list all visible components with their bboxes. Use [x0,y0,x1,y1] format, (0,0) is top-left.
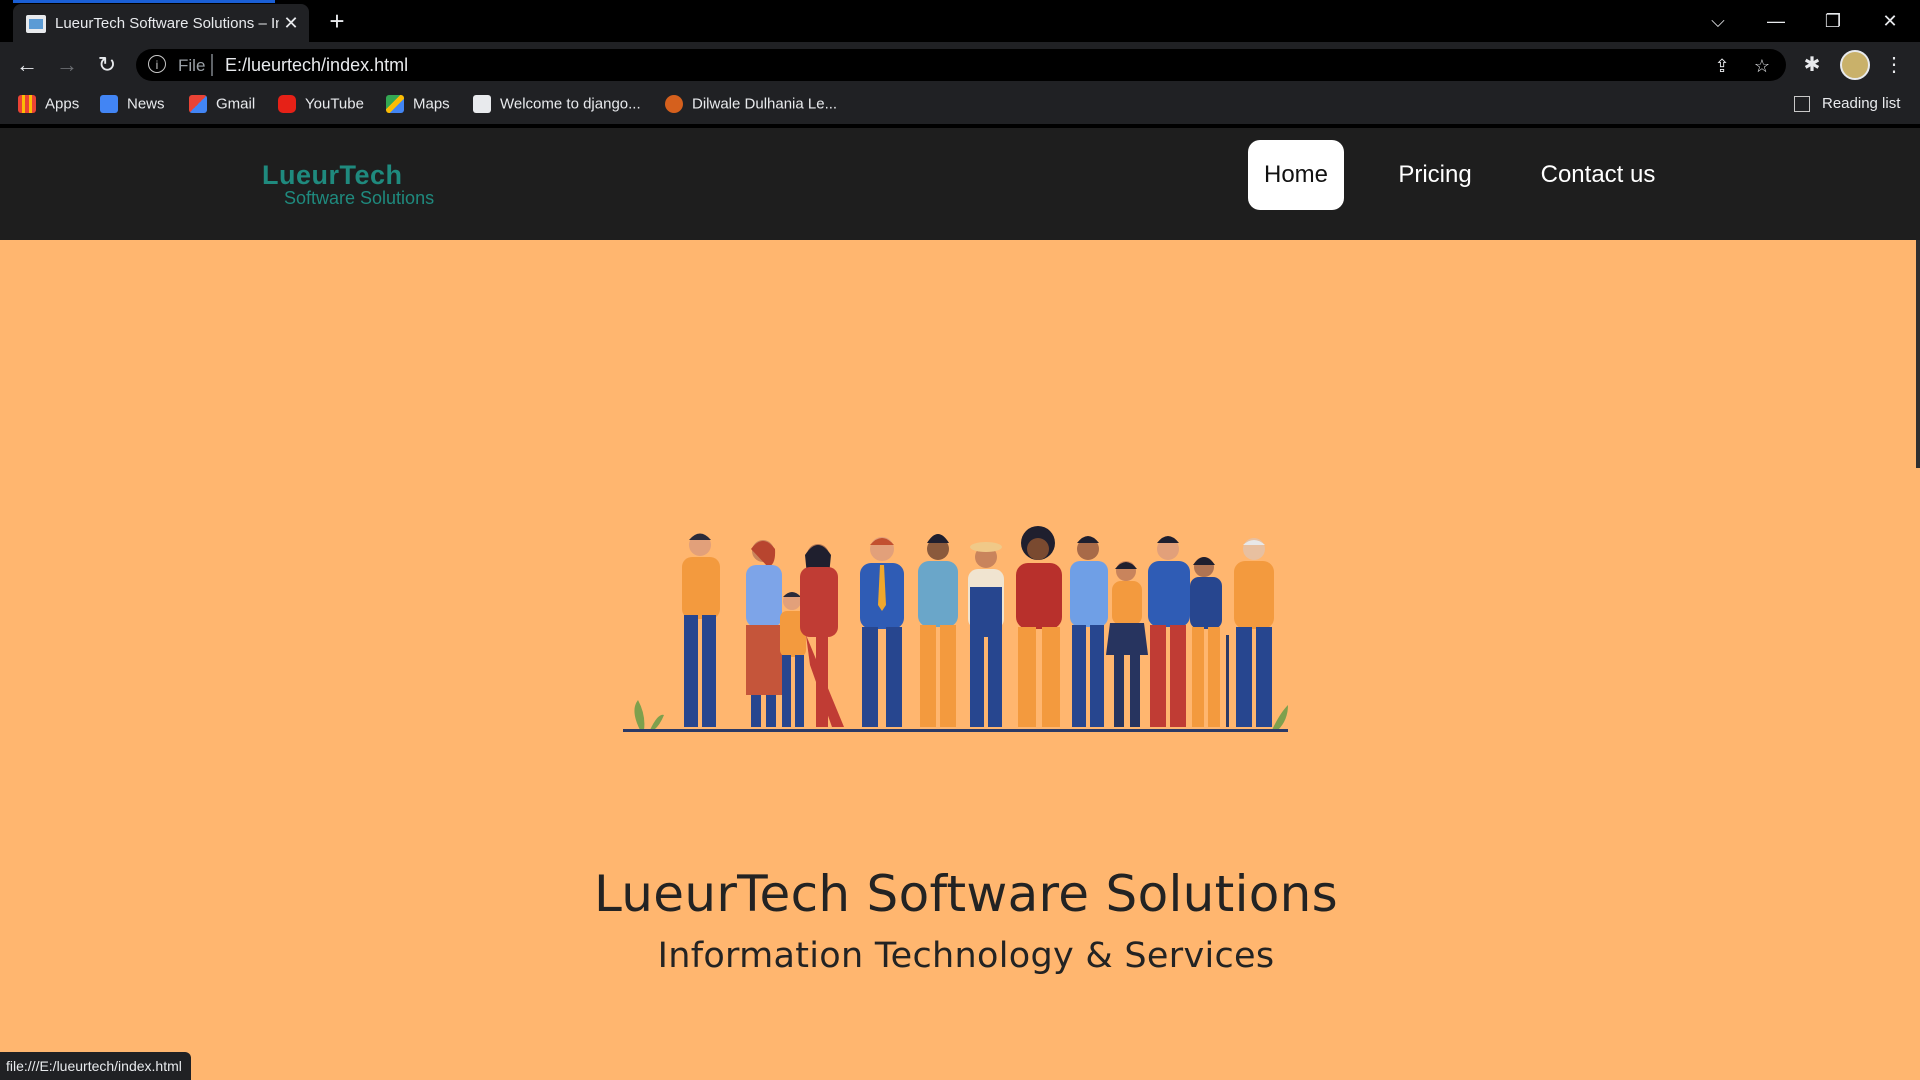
nav-contact-link[interactable]: Contact us [1533,140,1663,210]
person-figure [918,534,958,727]
bookmark-youtube[interactable]: YouTube [278,95,364,117]
share-icon[interactable]: ⇪ [1710,55,1734,77]
browser-toolbar: ← → ↻ i File E:/lueurtech/index.html ⇪ ☆… [0,42,1920,88]
address-bar[interactable]: i File E:/lueurtech/index.html ⇪ ☆ [136,49,1786,81]
browser-tab[interactable]: LueurTech Software Solutions – Infor ✕ [13,4,309,42]
bookmark-news[interactable]: News [100,95,165,117]
forward-arrow-icon[interactable]: → [52,51,82,79]
people-group-illustration [623,526,1288,732]
hero-title: LueurTech Software Solutions [594,865,1338,923]
site-logo[interactable]: LueurTech Software Solutions [262,160,442,210]
logo-sub-text: Software Solutions [284,188,435,208]
bookmark-django[interactable]: Welcome to django... [473,95,641,117]
tab-search-chevron-icon[interactable]: ⌵ [1698,6,1738,36]
bookmark-maps[interactable]: Maps [386,95,450,117]
person-figure [1148,536,1190,727]
tab-close-icon[interactable]: ✕ [280,12,302,34]
maps-icon [386,95,404,114]
address-scheme-label: File [178,56,206,75]
person-figure [1070,536,1108,727]
person-figure [860,537,904,727]
gmail-icon [189,95,207,114]
extensions-puzzle-icon[interactable]: ✱ [1797,51,1827,79]
reading-list-button[interactable]: Reading list [1794,95,1900,113]
nav-home-link[interactable]: Home [1248,140,1344,210]
tab-loading-bar [13,0,275,3]
site-favicon-icon [26,15,46,33]
reload-icon[interactable]: ↻ [92,51,122,79]
person-figure [682,533,720,727]
browser-tab-strip: LueurTech Software Solutions – Infor ✕ +… [0,0,1920,42]
status-bar-url: file:///E:/lueurtech/index.html [0,1052,191,1080]
minimize-button[interactable]: — [1756,6,1796,36]
address-url[interactable]: E:/lueurtech/index.html [225,55,408,76]
profile-avatar[interactable] [1840,50,1870,80]
restore-button[interactable]: ❐ [1813,6,1853,36]
google-news-icon [100,95,118,114]
bookmark-apps[interactable]: Apps [18,95,79,117]
person-figure [1190,557,1222,727]
page-scrollbar-thumb[interactable] [1916,240,1920,468]
browser-menu-icon[interactable]: ⋮ [1879,51,1909,79]
bookmark-star-icon[interactable]: ☆ [1750,55,1774,77]
bookmarks-bar: Apps News Gmail YouTube Maps Welcome to … [0,88,1920,124]
person-figure [1016,526,1062,727]
person-figure [1226,538,1274,727]
person-figure [746,540,782,727]
apps-grid-icon [18,95,36,114]
logo-main-text: LueurTech [262,160,403,190]
person-figure [968,542,1004,727]
youtube-icon [278,95,296,114]
reading-list-icon [1794,96,1810,113]
nav-pricing-link[interactable]: Pricing [1385,140,1485,210]
address-separator [211,54,213,76]
bookmark-ddlj[interactable]: Dilwale Dulhania Le... [665,95,837,117]
close-window-button[interactable]: ✕ [1870,6,1910,36]
bookmark-gmail[interactable]: Gmail [189,95,255,117]
hero-subtitle: Information Technology & Services [657,936,1275,976]
person-figure [1106,561,1148,727]
django-page-icon [473,95,491,114]
person-figure [800,544,844,727]
back-arrow-icon[interactable]: ← [12,51,42,79]
new-tab-button[interactable]: + [322,8,352,36]
tab-title: LueurTech Software Solutions – Infor [55,15,279,32]
movie-page-icon [665,95,683,114]
site-info-icon[interactable]: i [148,55,166,73]
